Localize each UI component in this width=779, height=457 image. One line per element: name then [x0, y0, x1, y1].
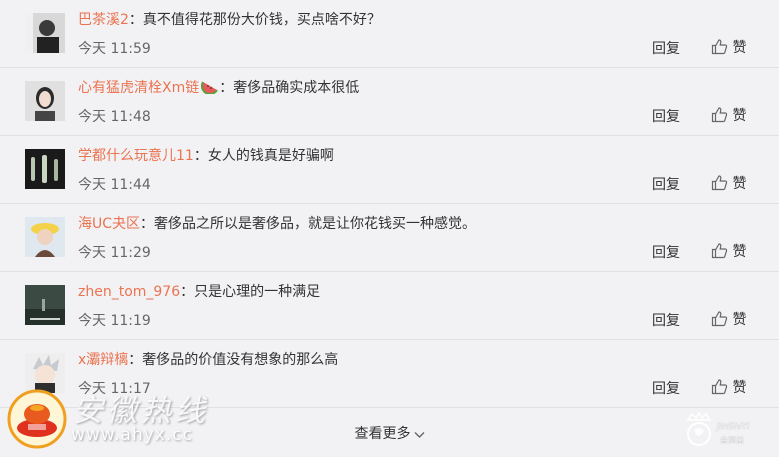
watermelon-emoji-icon — [201, 78, 219, 96]
reply-button[interactable]: 回复 — [652, 378, 680, 398]
like-label: 赞 — [732, 108, 747, 124]
comment-item: 巴茶溪2：真不值得花那份大价钱，买点啥不好？ 今天 11:59 回复 赞 — [0, 0, 779, 68]
comment-text-line: 巴茶溪2：真不值得花那份大价钱，买点啥不好？ — [78, 9, 381, 31]
comment-text-line: 心有猛虎清栓Xm链 ：奢侈品确实成本很低 — [78, 77, 359, 99]
like-button[interactable]: 赞 — [711, 377, 746, 397]
avatar[interactable] — [25, 285, 65, 325]
username-link[interactable]: x灞辩樆 — [78, 352, 128, 368]
thumbs-up-icon — [711, 243, 728, 259]
avatar[interactable] — [25, 149, 65, 189]
view-more-bar: 查看更多 — [0, 416, 779, 452]
like-button[interactable]: 赞 — [711, 105, 746, 125]
comment-text-line: x灞辩樆：奢侈品的价值没有想象的那么高 — [78, 349, 338, 371]
thumbs-up-icon — [711, 175, 728, 191]
comment-item: x灞辩樆：奢侈品的价值没有想象的那么高 今天 11:17 回复 赞 — [0, 340, 779, 408]
comment-item: 心有猛虎清栓Xm链 ：奢侈品确实成本很低 今天 11:48 回复 赞 — [0, 68, 779, 136]
username-link[interactable]: 海UC夬区 — [78, 216, 140, 232]
like-label: 赞 — [732, 40, 747, 56]
timestamp: 今天 11:59 — [78, 41, 151, 57]
like-button[interactable]: 赞 — [711, 241, 746, 261]
avatar[interactable] — [25, 81, 65, 121]
reply-button[interactable]: 回复 — [652, 38, 680, 58]
avatar[interactable] — [25, 353, 65, 393]
like-button[interactable]: 赞 — [711, 173, 746, 193]
timestamp: 今天 11:19 — [78, 313, 151, 329]
reply-button[interactable]: 回复 — [652, 242, 680, 262]
username-link[interactable]: 心有猛虎清栓Xm链 — [78, 80, 199, 96]
username-link[interactable]: zhen_tom_976 — [78, 284, 180, 300]
avatar[interactable] — [25, 13, 65, 53]
thumbs-up-icon — [711, 39, 728, 55]
like-label: 赞 — [732, 380, 747, 396]
comment-text: ：奢侈品确实成本很低 — [219, 80, 360, 96]
chevron-down-icon — [414, 432, 424, 438]
like-button[interactable]: 赞 — [711, 37, 746, 57]
comment-text: ：真不值得花那份大价钱，买点啥不好？ — [128, 12, 381, 28]
timestamp: 今天 11:44 — [78, 177, 151, 193]
like-label: 赞 — [732, 176, 747, 192]
timestamp: 今天 11:17 — [78, 381, 151, 397]
comment-text-line: 学都什么玩意儿11：女人的钱真是好骗啊 — [78, 145, 334, 167]
like-button[interactable]: 赞 — [711, 309, 746, 329]
avatar[interactable] — [25, 217, 65, 257]
username-link[interactable]: 巴茶溪2 — [78, 12, 129, 28]
reply-button[interactable]: 回复 — [652, 174, 680, 194]
timestamp: 今天 11:29 — [78, 245, 151, 261]
comment-item: 学都什么玩意儿11：女人的钱真是好骗啊 今天 11:44 回复 赞 — [0, 136, 779, 204]
reply-button[interactable]: 回复 — [652, 310, 680, 330]
view-more-button[interactable]: 查看更多 — [355, 426, 425, 442]
thumbs-up-icon — [711, 311, 728, 327]
thumbs-up-icon — [711, 379, 728, 395]
comment-item: 海UC夬区：奢侈品之所以是奢侈品，就是让你花钱买一种感觉。 今天 11:29 回… — [0, 204, 779, 272]
comment-item: zhen_tom_976：只是心理的一种满足 今天 11:19 回复 赞 — [0, 272, 779, 340]
reply-button[interactable]: 回复 — [652, 106, 680, 126]
comment-text-line: 海UC夬区：奢侈品之所以是奢侈品，就是让你花钱买一种感觉。 — [78, 213, 476, 235]
comment-text: ：奢侈品之所以是奢侈品，就是让你花钱买一种感觉。 — [140, 216, 477, 232]
comment-list: 巴茶溪2：真不值得花那份大价钱，买点啥不好？ 今天 11:59 回复 赞 心有猛… — [0, 0, 779, 408]
comment-text-line: zhen_tom_976：只是心理的一种满足 — [78, 281, 320, 303]
comment-text: ：奢侈品的价值没有想象的那么高 — [128, 352, 339, 368]
timestamp: 今天 11:48 — [78, 109, 151, 125]
view-more-label: 查看更多 — [354, 426, 411, 442]
username-link[interactable]: 学都什么玩意儿11 — [78, 148, 194, 164]
comment-text: ：只是心理的一种满足 — [180, 284, 321, 300]
like-label: 赞 — [732, 312, 747, 328]
thumbs-up-icon — [711, 107, 728, 123]
comment-text: ：女人的钱真是好骗啊 — [193, 148, 334, 164]
like-label: 赞 — [732, 244, 747, 260]
